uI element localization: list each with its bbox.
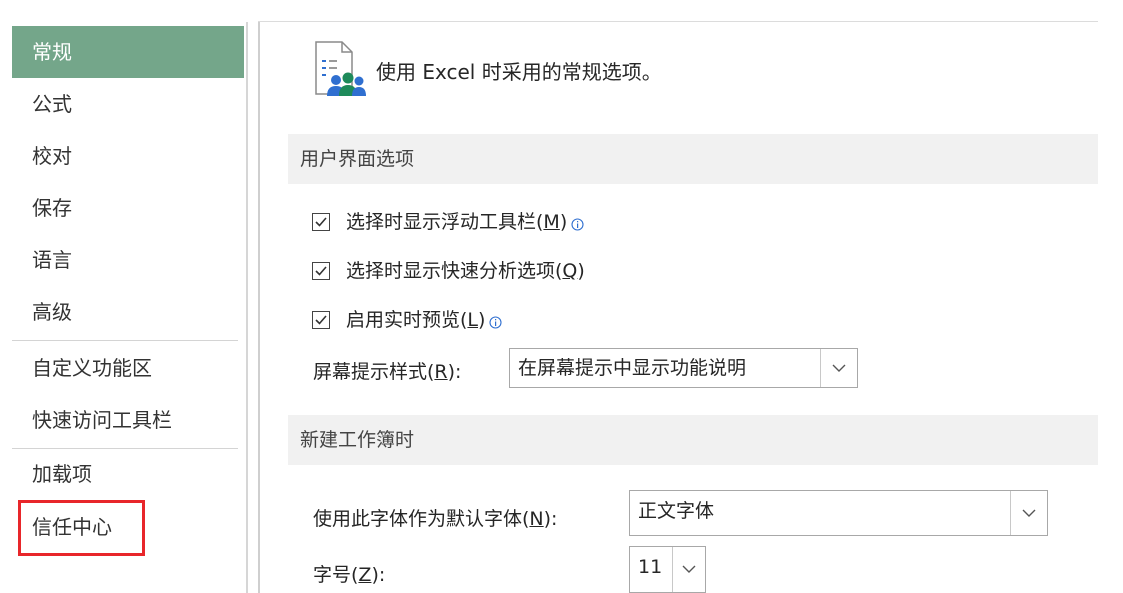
font-size-dropdown-button[interactable] [672, 547, 705, 592]
nav-item-language[interactable]: 语言 [12, 234, 244, 286]
nav-item-customize-ribbon[interactable]: 自定义功能区 [12, 342, 244, 394]
nav-border [246, 22, 248, 593]
content-left-border [258, 22, 260, 593]
info-icon[interactable] [489, 309, 502, 329]
default-font-value: 正文字体 [638, 500, 715, 522]
screentip-style-dropdown[interactable]: 在屏幕提示中显示功能说明 [509, 348, 858, 388]
nav-item-proofing[interactable]: 校对 [12, 130, 244, 182]
font-size-dropdown[interactable]: 11 [629, 546, 706, 593]
quick-analysis-checkbox[interactable] [312, 262, 330, 280]
chevron-down-icon [1022, 509, 1036, 517]
option-quick-analysis[interactable]: 选择时显示快速分析选项(Q) [312, 257, 585, 285]
mini-toolbar-checkbox[interactable] [312, 213, 330, 231]
nav-item-formulas[interactable]: 公式 [12, 78, 244, 130]
options-nav: 常规 公式 校对 保存 语言 高级 自定义功能区 快速访问工具栏 加载项 信任中… [0, 0, 248, 593]
screentip-style-value: 在屏幕提示中显示功能说明 [518, 357, 747, 379]
option-mini-toolbar[interactable]: 选择时显示浮动工具栏(M) [312, 208, 584, 236]
chevron-down-icon [832, 364, 846, 372]
section-header-ui-options: 用户界面选项 [288, 134, 1098, 184]
default-font-label: 使用此字体作为默认字体(N): [313, 508, 558, 530]
chevron-down-icon [682, 565, 696, 573]
live-preview-checkbox[interactable] [312, 311, 330, 329]
default-font-dropdown[interactable]: 正文字体 [629, 490, 1048, 536]
info-icon[interactable] [571, 211, 584, 231]
default-font-dropdown-button[interactable] [1010, 491, 1047, 535]
nav-divider [12, 340, 238, 341]
quick-analysis-label: 选择时显示快速分析选项(Q) [346, 260, 585, 282]
nav-item-trust-center[interactable]: 信任中心 [12, 501, 244, 553]
nav-item-add-ins[interactable]: 加载项 [12, 448, 244, 500]
mini-toolbar-label: 选择时显示浮动工具栏(M) [346, 211, 568, 233]
screentip-dropdown-button[interactable] [820, 349, 857, 387]
page-description: 使用 Excel 时采用的常规选项。 [376, 60, 662, 84]
nav-item-quick-access-toolbar[interactable]: 快速访问工具栏 [12, 394, 244, 446]
option-live-preview[interactable]: 启用实时预览(L) [312, 306, 502, 334]
nav-item-advanced[interactable]: 高级 [12, 286, 244, 338]
screentip-style-label: 屏幕提示样式(R): [313, 361, 462, 383]
font-size-value: 11 [638, 556, 663, 578]
content-top-border [258, 21, 1098, 22]
font-size-label: 字号(Z): [313, 564, 386, 586]
general-options-icon [312, 40, 368, 100]
nav-item-general[interactable]: 常规 [12, 26, 244, 78]
live-preview-label: 启用实时预览(L) [346, 309, 486, 331]
nav-item-save[interactable]: 保存 [12, 182, 244, 234]
section-header-new-workbook: 新建工作簿时 [288, 415, 1098, 465]
